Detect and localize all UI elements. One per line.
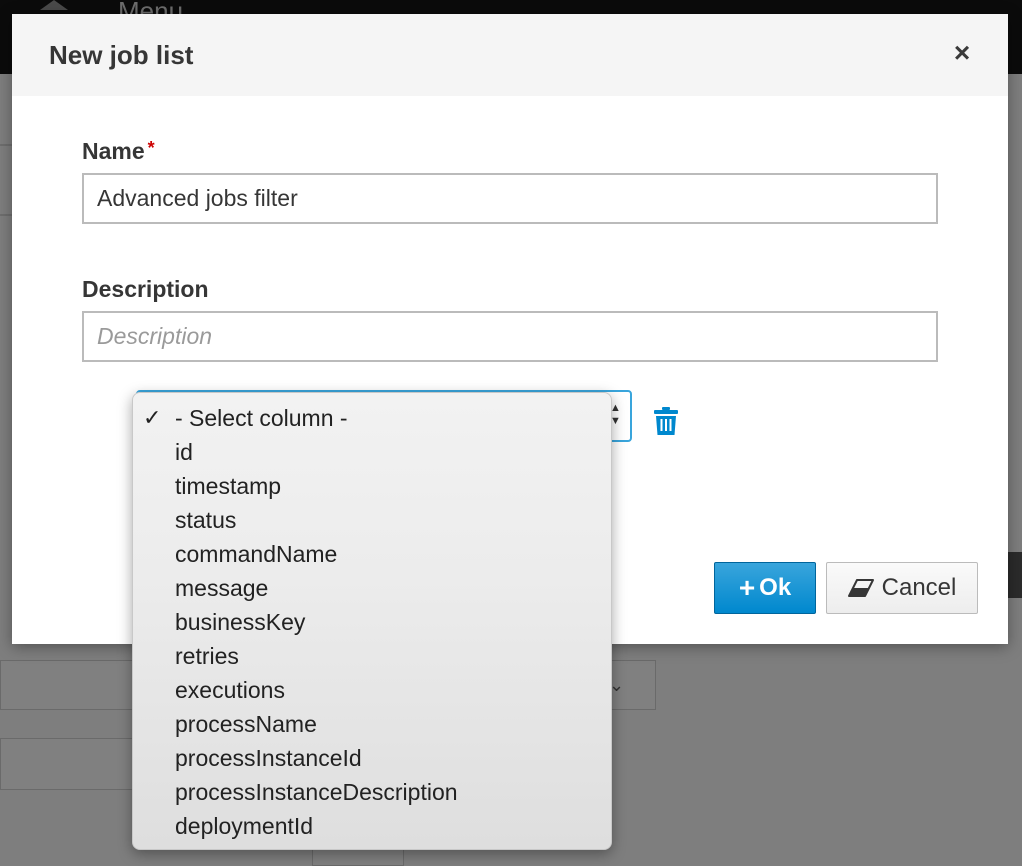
- column-option-label: commandName: [175, 541, 338, 567]
- name-label: Name *: [82, 138, 155, 165]
- column-option[interactable]: timestamp: [133, 469, 611, 503]
- column-option[interactable]: status: [133, 503, 611, 537]
- name-label-text: Name: [82, 138, 145, 164]
- column-option[interactable]: message: [133, 571, 611, 605]
- column-option[interactable]: businessKey: [133, 605, 611, 639]
- column-option-label: status: [175, 507, 237, 533]
- description-label: Description: [82, 276, 209, 302]
- name-input[interactable]: [82, 173, 938, 224]
- column-option[interactable]: processInstanceId: [133, 741, 611, 775]
- column-dropdown-list: ✓ - Select column - id timestamp status comma…: [132, 392, 612, 850]
- ok-label: Ok: [759, 574, 792, 601]
- column-option-label: retries: [175, 643, 239, 669]
- cancel-label: Cancel: [881, 574, 957, 601]
- background-divider: [0, 144, 12, 146]
- required-marker: *: [147, 138, 155, 158]
- home-icon: [40, 0, 68, 10]
- column-option[interactable]: retries: [133, 639, 611, 673]
- close-button[interactable]: ×: [950, 38, 974, 68]
- trash-icon[interactable]: [654, 407, 678, 435]
- column-option-label: id: [175, 439, 193, 465]
- checkmark-icon: ✓: [143, 405, 162, 430]
- column-option[interactable]: ✓ - Select column -: [133, 401, 611, 435]
- modal-header: New job list ×: [12, 14, 1008, 96]
- column-option-label: processInstanceId: [175, 745, 362, 771]
- column-option-label: businessKey: [175, 609, 306, 635]
- eraser-icon: [847, 579, 874, 597]
- column-option-label: - Select column -: [175, 405, 348, 431]
- modal-title: New job list: [49, 40, 194, 70]
- plus-icon: +: [738, 572, 756, 603]
- background-divider: [0, 214, 12, 216]
- column-option[interactable]: processName: [133, 707, 611, 741]
- column-option[interactable]: id: [133, 435, 611, 469]
- column-option-label: processInstanceDescription: [175, 779, 458, 805]
- background-field: [0, 738, 134, 790]
- background-button: [1006, 552, 1022, 598]
- column-option-label: processName: [175, 711, 317, 737]
- cancel-button[interactable]: Cancel: [826, 562, 978, 614]
- ok-button[interactable]: + Ok: [714, 562, 816, 614]
- column-option-label: message: [175, 575, 269, 601]
- column-option-label: deploymentId: [175, 813, 314, 839]
- column-option-label: timestamp: [175, 473, 282, 499]
- column-option-label: executions: [175, 677, 285, 703]
- column-option[interactable]: executions: [133, 673, 611, 707]
- description-input[interactable]: [82, 311, 938, 362]
- column-option[interactable]: processInstanceDescription: [133, 775, 611, 809]
- column-option[interactable]: deploymentId: [133, 809, 611, 843]
- column-option[interactable]: commandName: [133, 537, 611, 571]
